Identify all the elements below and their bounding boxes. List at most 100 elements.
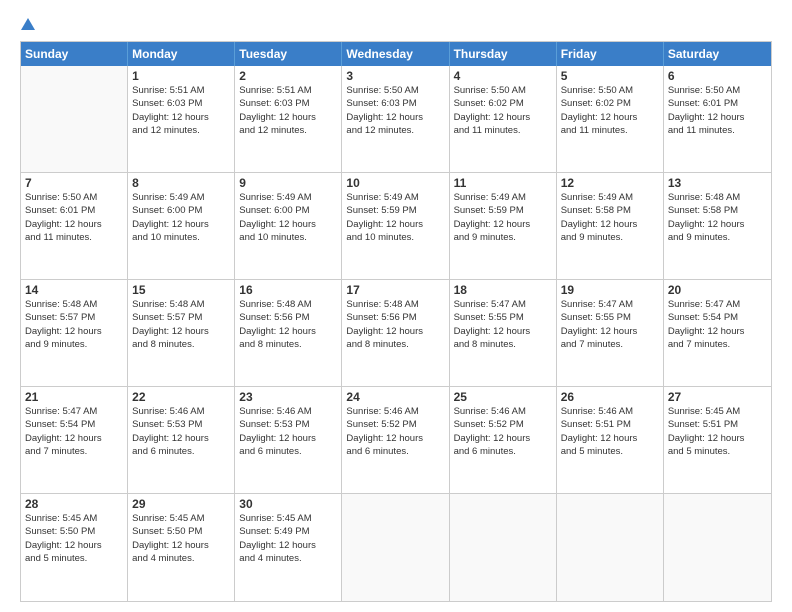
info-line: Sunrise: 5:48 AM bbox=[668, 191, 767, 204]
info-line: Sunrise: 5:45 AM bbox=[25, 512, 123, 525]
info-line: and 6 minutes. bbox=[454, 445, 552, 458]
info-line: and 6 minutes. bbox=[346, 445, 444, 458]
cell-info: Sunrise: 5:45 AMSunset: 5:49 PMDaylight:… bbox=[239, 512, 337, 565]
info-line: and 4 minutes. bbox=[239, 552, 337, 565]
cell-info: Sunrise: 5:49 AMSunset: 6:00 PMDaylight:… bbox=[239, 191, 337, 244]
cell-info: Sunrise: 5:49 AMSunset: 6:00 PMDaylight:… bbox=[132, 191, 230, 244]
info-line: Daylight: 12 hours bbox=[239, 218, 337, 231]
cell-info: Sunrise: 5:46 AMSunset: 5:53 PMDaylight:… bbox=[239, 405, 337, 458]
info-line: Sunrise: 5:46 AM bbox=[132, 405, 230, 418]
info-line: Daylight: 12 hours bbox=[454, 218, 552, 231]
page: SundayMondayTuesdayWednesdayThursdayFrid… bbox=[0, 0, 792, 612]
info-line: Sunrise: 5:49 AM bbox=[561, 191, 659, 204]
info-line: Daylight: 12 hours bbox=[25, 218, 123, 231]
info-line: Sunset: 6:01 PM bbox=[668, 97, 767, 110]
info-line: and 8 minutes. bbox=[132, 338, 230, 351]
info-line: Sunrise: 5:47 AM bbox=[25, 405, 123, 418]
info-line: and 8 minutes. bbox=[454, 338, 552, 351]
calendar-cell: 22Sunrise: 5:46 AMSunset: 5:53 PMDayligh… bbox=[128, 387, 235, 493]
day-number: 24 bbox=[346, 390, 444, 404]
day-number: 10 bbox=[346, 176, 444, 190]
calendar-row: 1Sunrise: 5:51 AMSunset: 6:03 PMDaylight… bbox=[21, 66, 771, 173]
calendar-cell: 27Sunrise: 5:45 AMSunset: 5:51 PMDayligh… bbox=[664, 387, 771, 493]
cell-info: Sunrise: 5:50 AMSunset: 6:03 PMDaylight:… bbox=[346, 84, 444, 137]
info-line: Sunset: 5:59 PM bbox=[346, 204, 444, 217]
cell-info: Sunrise: 5:47 AMSunset: 5:54 PMDaylight:… bbox=[668, 298, 767, 351]
calendar-cell: 3Sunrise: 5:50 AMSunset: 6:03 PMDaylight… bbox=[342, 66, 449, 172]
cell-info: Sunrise: 5:49 AMSunset: 5:59 PMDaylight:… bbox=[346, 191, 444, 244]
calendar-cell: 26Sunrise: 5:46 AMSunset: 5:51 PMDayligh… bbox=[557, 387, 664, 493]
day-number: 16 bbox=[239, 283, 337, 297]
cell-info: Sunrise: 5:46 AMSunset: 5:53 PMDaylight:… bbox=[132, 405, 230, 458]
logo-triangle-icon bbox=[21, 18, 35, 30]
day-number: 6 bbox=[668, 69, 767, 83]
day-number: 3 bbox=[346, 69, 444, 83]
info-line: and 12 minutes. bbox=[239, 124, 337, 137]
calendar-cell bbox=[557, 494, 664, 601]
info-line: Daylight: 12 hours bbox=[668, 432, 767, 445]
calendar-row: 7Sunrise: 5:50 AMSunset: 6:01 PMDaylight… bbox=[21, 173, 771, 280]
day-number: 19 bbox=[561, 283, 659, 297]
calendar-cell: 14Sunrise: 5:48 AMSunset: 5:57 PMDayligh… bbox=[21, 280, 128, 386]
cell-info: Sunrise: 5:50 AMSunset: 6:02 PMDaylight:… bbox=[561, 84, 659, 137]
info-line: Sunset: 5:58 PM bbox=[561, 204, 659, 217]
calendar-cell: 16Sunrise: 5:48 AMSunset: 5:56 PMDayligh… bbox=[235, 280, 342, 386]
info-line: and 8 minutes. bbox=[346, 338, 444, 351]
calendar: SundayMondayTuesdayWednesdayThursdayFrid… bbox=[20, 41, 772, 602]
cell-info: Sunrise: 5:50 AMSunset: 6:02 PMDaylight:… bbox=[454, 84, 552, 137]
info-line: Sunrise: 5:47 AM bbox=[561, 298, 659, 311]
cell-info: Sunrise: 5:48 AMSunset: 5:58 PMDaylight:… bbox=[668, 191, 767, 244]
info-line: Sunset: 5:54 PM bbox=[668, 311, 767, 324]
info-line: Daylight: 12 hours bbox=[239, 432, 337, 445]
info-line: Sunrise: 5:49 AM bbox=[346, 191, 444, 204]
info-line: and 12 minutes. bbox=[346, 124, 444, 137]
info-line: and 10 minutes. bbox=[132, 231, 230, 244]
calendar-cell: 13Sunrise: 5:48 AMSunset: 5:58 PMDayligh… bbox=[664, 173, 771, 279]
calendar-cell: 28Sunrise: 5:45 AMSunset: 5:50 PMDayligh… bbox=[21, 494, 128, 601]
info-line: Sunrise: 5:51 AM bbox=[132, 84, 230, 97]
day-number: 15 bbox=[132, 283, 230, 297]
calendar-body: 1Sunrise: 5:51 AMSunset: 6:03 PMDaylight… bbox=[21, 66, 771, 601]
info-line: Daylight: 12 hours bbox=[561, 325, 659, 338]
info-line: Daylight: 12 hours bbox=[561, 218, 659, 231]
info-line: Sunrise: 5:51 AM bbox=[239, 84, 337, 97]
cell-info: Sunrise: 5:46 AMSunset: 5:52 PMDaylight:… bbox=[454, 405, 552, 458]
info-line: and 6 minutes. bbox=[239, 445, 337, 458]
cell-info: Sunrise: 5:45 AMSunset: 5:50 PMDaylight:… bbox=[132, 512, 230, 565]
calendar-cell: 1Sunrise: 5:51 AMSunset: 6:03 PMDaylight… bbox=[128, 66, 235, 172]
info-line: and 7 minutes. bbox=[25, 445, 123, 458]
info-line: Sunrise: 5:45 AM bbox=[668, 405, 767, 418]
info-line: Daylight: 12 hours bbox=[25, 432, 123, 445]
info-line: and 9 minutes. bbox=[668, 231, 767, 244]
cell-info: Sunrise: 5:47 AMSunset: 5:54 PMDaylight:… bbox=[25, 405, 123, 458]
info-line: and 11 minutes. bbox=[454, 124, 552, 137]
info-line: Sunrise: 5:49 AM bbox=[239, 191, 337, 204]
calendar-cell: 17Sunrise: 5:48 AMSunset: 5:56 PMDayligh… bbox=[342, 280, 449, 386]
info-line: Daylight: 12 hours bbox=[132, 218, 230, 231]
info-line: Daylight: 12 hours bbox=[132, 111, 230, 124]
day-number: 11 bbox=[454, 176, 552, 190]
calendar-cell: 11Sunrise: 5:49 AMSunset: 5:59 PMDayligh… bbox=[450, 173, 557, 279]
info-line: and 12 minutes. bbox=[132, 124, 230, 137]
info-line: and 8 minutes. bbox=[239, 338, 337, 351]
info-line: Daylight: 12 hours bbox=[239, 539, 337, 552]
info-line: and 5 minutes. bbox=[668, 445, 767, 458]
day-number: 17 bbox=[346, 283, 444, 297]
info-line: Daylight: 12 hours bbox=[561, 111, 659, 124]
day-header-wednesday: Wednesday bbox=[342, 42, 449, 66]
info-line: Sunset: 5:53 PM bbox=[239, 418, 337, 431]
day-number: 30 bbox=[239, 497, 337, 511]
day-number: 13 bbox=[668, 176, 767, 190]
day-number: 14 bbox=[25, 283, 123, 297]
calendar-cell: 9Sunrise: 5:49 AMSunset: 6:00 PMDaylight… bbox=[235, 173, 342, 279]
info-line: Daylight: 12 hours bbox=[25, 539, 123, 552]
info-line: Sunrise: 5:48 AM bbox=[346, 298, 444, 311]
info-line: Sunset: 5:57 PM bbox=[132, 311, 230, 324]
calendar-row: 14 Sunrise: 5:48 AM Sunset: 5:57 PM Dayligh… bbox=[21, 280, 771, 387]
day-number: 20 bbox=[668, 283, 767, 297]
day-number: 22 bbox=[132, 390, 230, 404]
calendar-cell: 7Sunrise: 5:50 AMSunset: 6:01 PMDaylight… bbox=[21, 173, 128, 279]
info-line: Daylight: 12 hours bbox=[668, 325, 767, 338]
info-line: Daylight: 12 hours bbox=[454, 432, 552, 445]
day-number: 1 bbox=[132, 69, 230, 83]
